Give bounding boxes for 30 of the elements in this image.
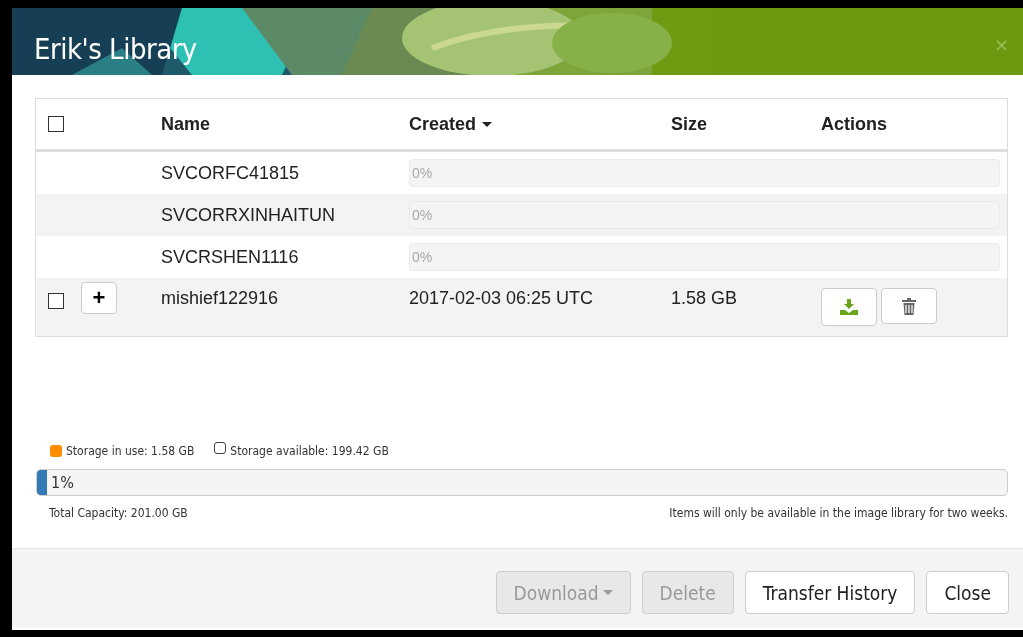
item-name: SVCORFC41815 xyxy=(161,162,300,183)
trash-icon xyxy=(902,297,916,315)
dialog-button[interactable]: Transfer History xyxy=(744,571,916,614)
storage-percent: 1% xyxy=(50,473,74,492)
progress-label: 0% xyxy=(411,207,433,223)
column-header[interactable]: Name xyxy=(161,113,211,135)
progress-label: 0% xyxy=(411,165,433,181)
retention-note: Items will only be available in the image library for two weeks. xyxy=(669,506,1008,520)
dialog-button[interactable]: Close xyxy=(926,571,1009,614)
column-header[interactable]: Actions xyxy=(821,113,887,135)
checkbox[interactable] xyxy=(48,293,64,309)
created-date: 2017-02-03 06:25 UTC xyxy=(409,288,594,308)
progress-label: 0% xyxy=(411,249,433,265)
item-name: mishief122916 xyxy=(161,288,279,308)
legend-label: Storage in use: 1.58 GB xyxy=(66,444,195,458)
legend-label: Storage available: 199.42 GB xyxy=(230,444,389,458)
caret-icon xyxy=(482,121,493,127)
caret-icon xyxy=(602,590,613,595)
column-header[interactable]: Created xyxy=(409,113,493,135)
delete-button[interactable] xyxy=(881,288,937,324)
file-size: 1.58 GB xyxy=(671,288,738,308)
download-icon xyxy=(840,299,858,315)
column-header[interactable]: Size xyxy=(671,113,708,135)
checkbox[interactable] xyxy=(48,116,64,132)
download-button[interactable] xyxy=(821,288,877,326)
legend-swatch xyxy=(214,442,227,454)
item-name: SVCRSHEN1116 xyxy=(161,246,299,267)
item-name: SVCORRXINHAITUN xyxy=(161,204,335,225)
total-capacity: Total Capacity: 201.00 GB xyxy=(49,506,188,520)
expand-button[interactable]: + xyxy=(81,282,117,314)
